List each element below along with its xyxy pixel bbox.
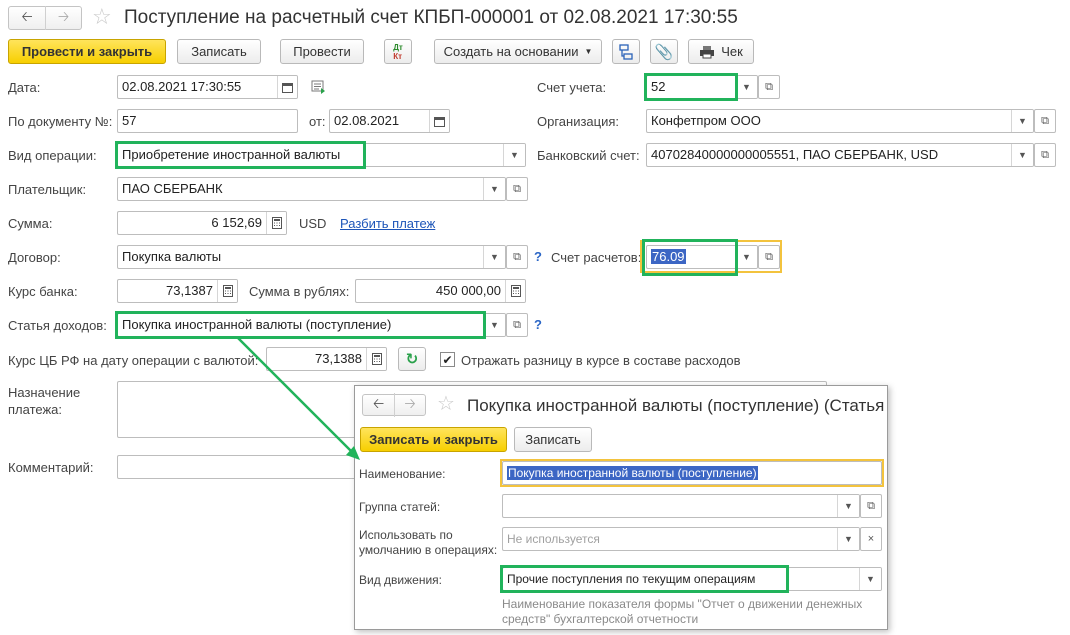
annotation-arrow	[237, 337, 360, 460]
